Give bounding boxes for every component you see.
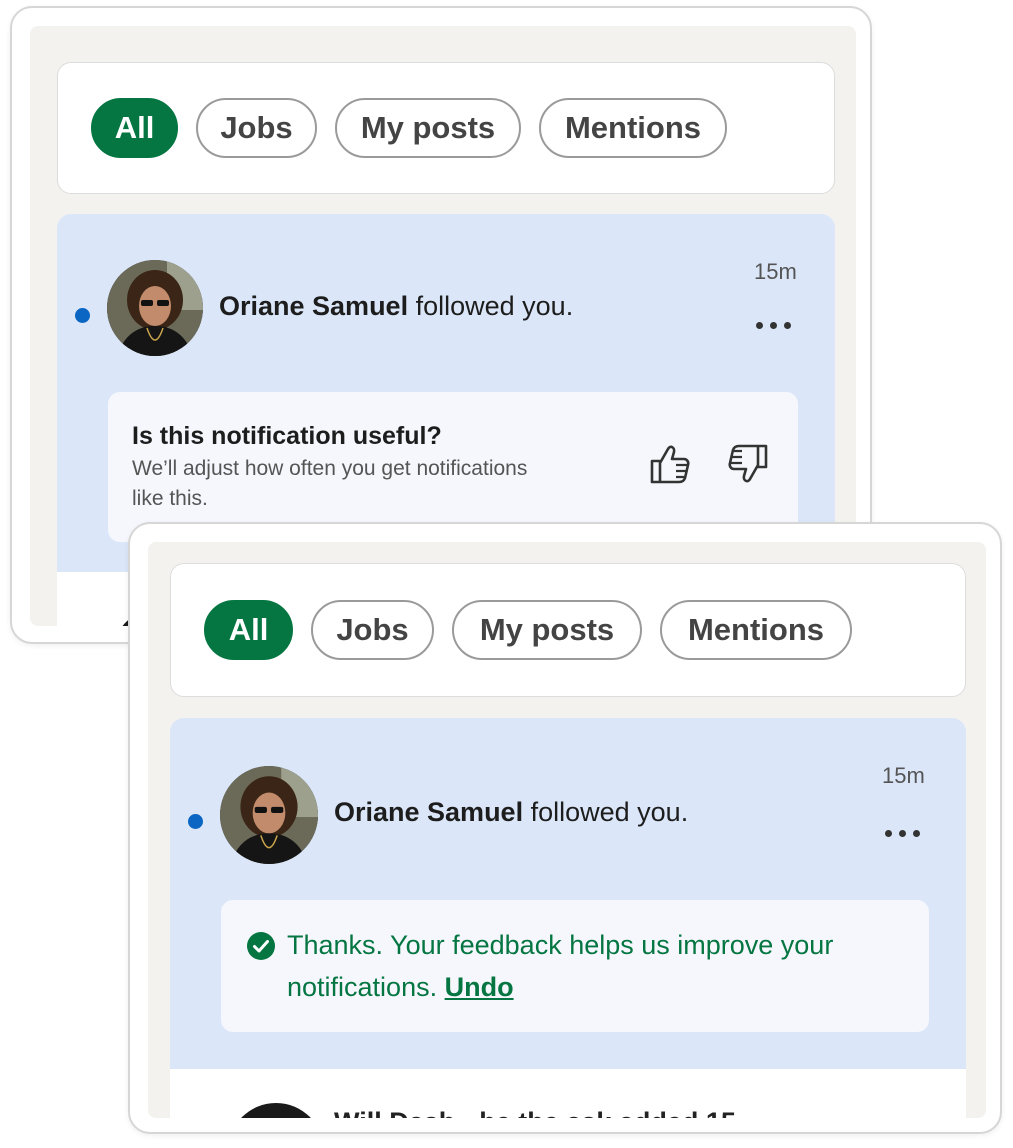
- avatar[interactable]: [107, 260, 203, 356]
- filter-mentions-pill[interactable]: Mentions: [539, 98, 727, 158]
- filter-all-pill[interactable]: All: [204, 600, 293, 660]
- notification-time: 15m: [882, 763, 925, 788]
- notification-time: 15m: [754, 259, 797, 284]
- filter-mentions-pill[interactable]: Mentions: [660, 600, 852, 660]
- more-dots-icon[interactable]: [756, 322, 791, 329]
- notification-text[interactable]: Oriane Samuel followed you.: [219, 291, 573, 322]
- notification-item[interactable]: Oriane Samuel followed you. 15m Is this …: [57, 214, 835, 574]
- undo-link[interactable]: Undo: [445, 972, 514, 1002]
- notification-item[interactable]: Oriane Samuel followed you. 15m Thanks. …: [170, 718, 966, 1070]
- notifications-canvas: All Jobs My posts Mentions Oriane Samuel…: [148, 542, 986, 1118]
- avatar[interactable]: [220, 766, 318, 864]
- feedback-prompt-subtitle: We’ll adjust how often you get notificat…: [132, 457, 528, 510]
- notification-text[interactable]: Oriane Samuel followed you.: [334, 797, 688, 828]
- notification-action: followed you.: [523, 797, 689, 827]
- feedback-confirmation-card: Thanks. Your feedback helps us improve y…: [221, 900, 929, 1032]
- unread-indicator: [188, 814, 203, 829]
- notification-filters: All Jobs My posts Mentions: [170, 563, 966, 697]
- next-notification-text: Will Dash · he the ask added 15: [334, 1107, 736, 1118]
- notification-filters: All Jobs My posts Mentions: [57, 62, 835, 194]
- avatar-photo: [220, 766, 318, 864]
- check-circle-icon: [247, 932, 275, 960]
- thumbs-up-icon[interactable]: [647, 441, 693, 487]
- screenshot-after-feedback: All Jobs My posts Mentions Oriane Samuel…: [128, 522, 1002, 1134]
- filter-all-pill[interactable]: All: [91, 98, 178, 158]
- filter-jobs-pill[interactable]: Jobs: [311, 600, 434, 660]
- feedback-confirmation-text: Thanks. Your feedback helps us improve y…: [287, 924, 927, 1008]
- avatar-photo: [107, 260, 203, 356]
- filter-jobs-pill[interactable]: Jobs: [196, 98, 317, 158]
- filter-my-posts-pill[interactable]: My posts: [335, 98, 521, 158]
- feedback-prompt-title: Is this notification useful?: [132, 422, 442, 450]
- unread-indicator: [75, 308, 90, 323]
- feedback-confirmation-message: Thanks. Your feedback helps us improve y…: [287, 930, 834, 1002]
- next-notification-peek[interactable]: Will Dash · he the ask added 15: [170, 1069, 966, 1118]
- more-dots-icon[interactable]: [885, 830, 920, 837]
- next-avatar: [228, 1103, 324, 1118]
- thumbs-down-icon[interactable]: [725, 441, 771, 487]
- actor-name[interactable]: Oriane Samuel: [334, 797, 523, 827]
- actor-name[interactable]: Oriane Samuel: [219, 291, 408, 321]
- feedback-prompt-card: Is this notification useful? We’ll adjus…: [108, 392, 798, 542]
- notification-action: followed you.: [408, 291, 574, 321]
- filter-my-posts-pill[interactable]: My posts: [452, 600, 642, 660]
